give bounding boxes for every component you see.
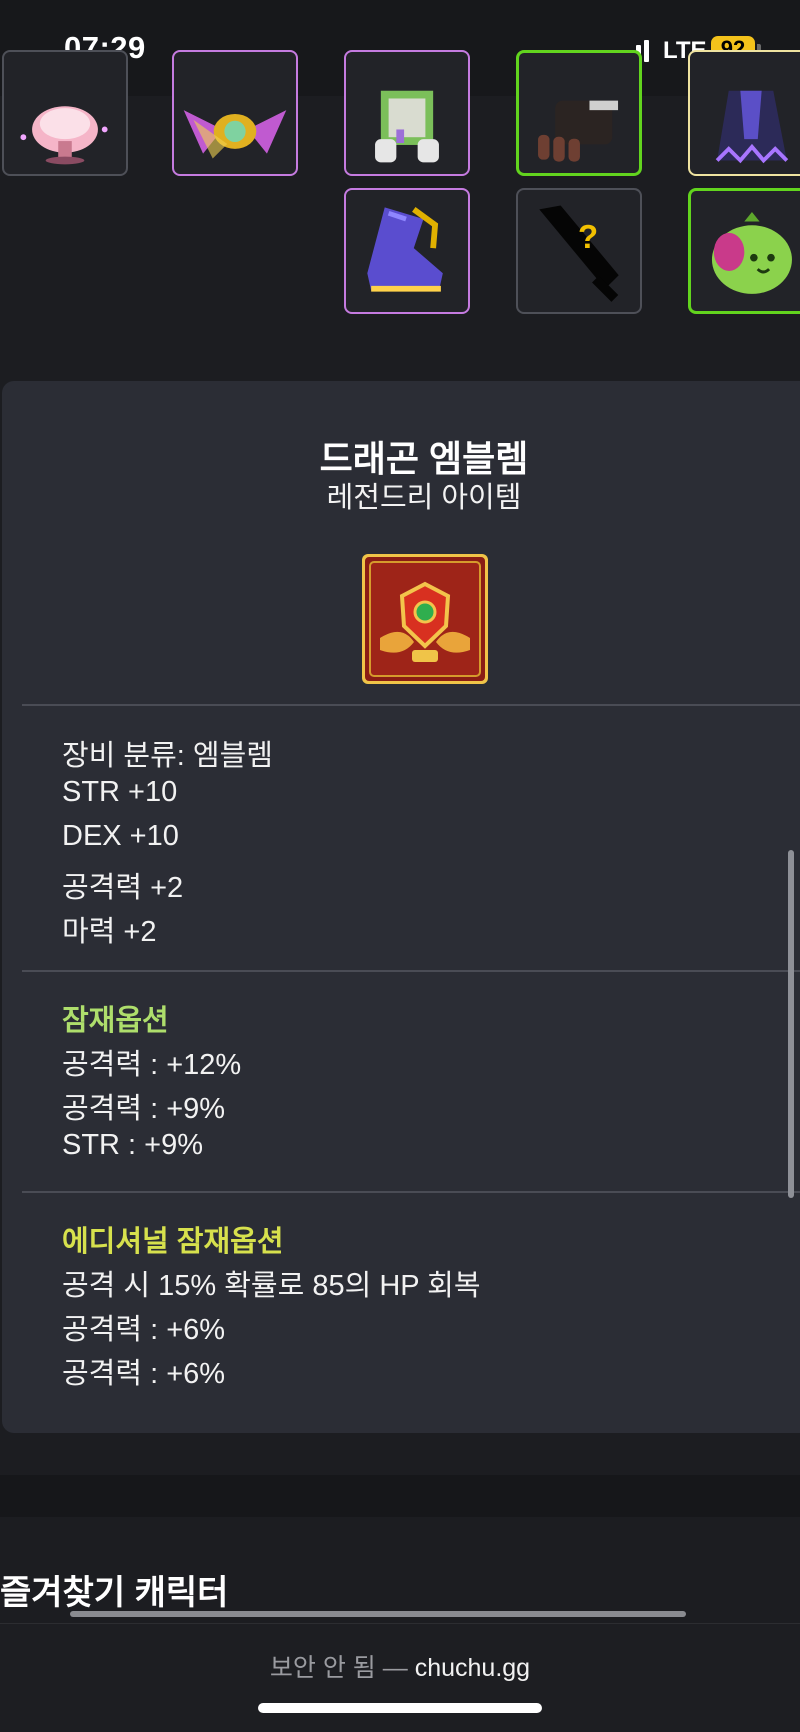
- equipment-slot-7[interactable]: ?: [516, 188, 642, 314]
- purple-shoe-item-icon: [367, 207, 443, 292]
- stat-line: 마력 +2: [62, 916, 157, 948]
- additional-potential-line: 공격력 : +6%: [62, 1358, 226, 1390]
- url-display[interactable]: 보안 안 됨 — chuchu.gg: [0, 1648, 800, 1684]
- jeweled-ribbon-item-icon: [183, 110, 287, 159]
- equipment-slot-4[interactable]: [516, 50, 642, 176]
- stat-line: 장비 분류: 엠블렘: [62, 740, 273, 772]
- additional-potential-title: 에디셔널 잠재옵션: [62, 1226, 284, 1258]
- mystery-weapon-item-icon: ?: [539, 205, 619, 302]
- stat-line: STR +10: [62, 776, 178, 808]
- stat-line: 공격력 +2: [62, 872, 184, 904]
- stat-line: DEX +10: [62, 820, 179, 852]
- pink-mushroom-item-icon: [20, 106, 108, 165]
- equipment-slot-5[interactable]: [688, 50, 800, 176]
- potential-line: 공격력 : +12%: [62, 1049, 242, 1081]
- dark-cape-item-icon: [715, 90, 789, 164]
- white-armor-item-icon: [375, 90, 439, 163]
- favorites-title: 즐겨찾기 캐릭터: [0, 1574, 229, 1612]
- divider: [22, 704, 800, 706]
- additional-potential-line: 공격력 : +6%: [62, 1314, 226, 1346]
- svg-text:?: ?: [578, 218, 598, 255]
- dragon-emblem-icon: [362, 554, 488, 684]
- divider: [22, 970, 800, 972]
- dark-glove-item-icon: [538, 100, 619, 162]
- equipment-slot-1[interactable]: [2, 50, 128, 176]
- equipment-slot-2[interactable]: [172, 50, 298, 176]
- additional-potential-line: 공격 시 15% 확률로 85의 HP 회복: [62, 1270, 481, 1302]
- equipment-slot-8[interactable]: [688, 188, 800, 314]
- equipment-slot-3[interactable]: [344, 50, 470, 176]
- potential-line: 공격력 : +9%: [62, 1093, 226, 1125]
- page-horizontal-scrollbar[interactable]: [70, 1611, 686, 1617]
- potential-title: 잠재옵션: [62, 1005, 169, 1037]
- url-domain: chuchu.gg: [414, 1654, 531, 1682]
- section-separator: [0, 1475, 800, 1517]
- insecure-label: 보안 안 됨 —: [269, 1654, 408, 1682]
- home-indicator[interactable]: [258, 1703, 542, 1713]
- green-bag-item-icon: [711, 211, 792, 294]
- potential-line: STR : +9%: [62, 1129, 204, 1161]
- item-grade: 레전드리 아이템: [326, 482, 522, 514]
- divider: [22, 1191, 800, 1193]
- card-scrollbar[interactable]: [788, 850, 794, 1198]
- equipment-slot-6[interactable]: [344, 188, 470, 314]
